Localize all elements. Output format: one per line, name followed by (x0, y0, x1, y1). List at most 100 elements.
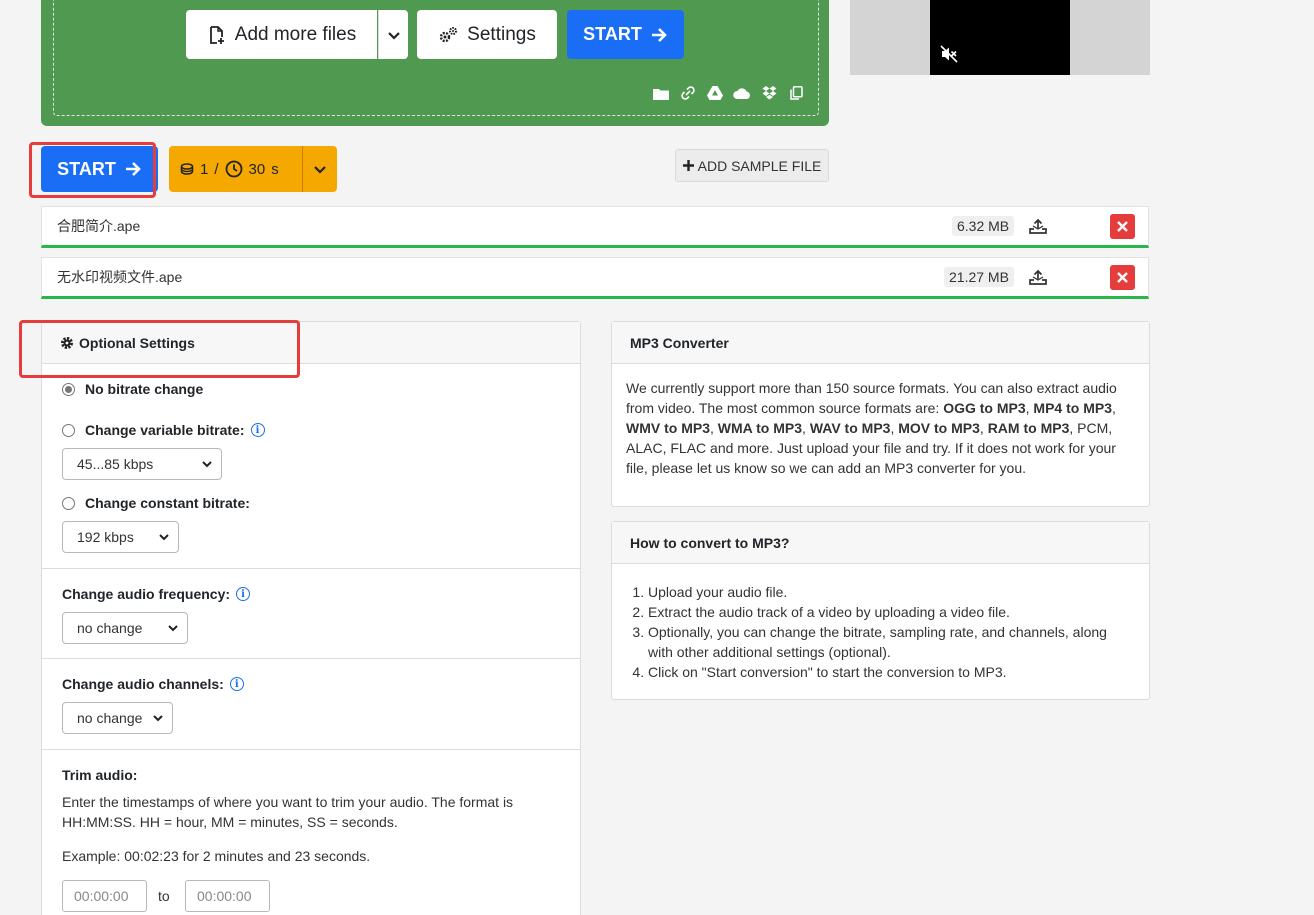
start-label: START (583, 24, 642, 44)
format-link[interactable]: RAM to MP3 (988, 420, 1070, 436)
channels-option: Change audio channels: i (62, 676, 244, 692)
close-icon (1117, 220, 1128, 232)
time-value: 30 (248, 160, 266, 178)
gears-icon (439, 26, 458, 42)
frequency-select[interactable]: no change (62, 612, 188, 644)
add-more-files-label: Add more files (234, 23, 357, 45)
mute-icon[interactable] (940, 45, 958, 63)
download-icon[interactable] (1028, 268, 1048, 286)
variable-bitrate-value: 45...85 kbps (77, 456, 154, 472)
format-link[interactable]: WMV to MP3 (626, 420, 710, 436)
chevron-down-icon (168, 625, 178, 632)
chevron-down-icon (153, 715, 163, 722)
settings-label: Settings (467, 23, 536, 45)
onedrive-icon[interactable] (733, 85, 751, 101)
trim-start-input[interactable]: 00:00:00 (62, 880, 147, 912)
video-player[interactable] (930, 0, 1070, 75)
time-unit: s (271, 160, 279, 178)
variable-bitrate-option[interactable]: Change variable bitrate: i (62, 422, 265, 438)
mp3-converter-header: MP3 Converter (612, 322, 1149, 364)
delete-file-button[interactable] (1110, 213, 1135, 239)
variable-bitrate-radio[interactable] (62, 423, 75, 437)
optional-settings-card: Optional Settings No bitrate change Chan… (41, 321, 581, 915)
frequency-label: Change audio frequency: (62, 586, 231, 602)
info-icon[interactable]: i (229, 677, 244, 691)
constant-bitrate-value: 192 kbps (77, 529, 134, 545)
file-row: 合肥简介.ape 6.32 MB (41, 206, 1149, 248)
constant-bitrate-radio[interactable] (62, 496, 75, 510)
delete-file-button[interactable] (1110, 264, 1135, 290)
format-link[interactable]: MP4 to MP3 (1033, 400, 1112, 416)
divider (42, 658, 580, 659)
frequency-option: Change audio frequency: i (62, 586, 251, 602)
info-icon[interactable]: i (236, 587, 251, 601)
mp3-converter-body: We currently support more than 150 sourc… (626, 380, 1117, 476)
arrow-right-icon (651, 27, 667, 42)
mp3-converter-title: MP3 Converter (630, 334, 729, 351)
add-more-files-button[interactable]: Add more files (186, 10, 377, 59)
start-button-top[interactable]: START (567, 10, 684, 59)
trim-description: Enter the timestamps of where you want t… (62, 794, 514, 830)
credits-dropdown[interactable] (303, 162, 337, 176)
trim-start-placeholder: 00:00:00 (74, 888, 129, 904)
no-bitrate-option[interactable]: No bitrate change (62, 381, 203, 397)
constant-bitrate-select[interactable]: 192 kbps (62, 521, 179, 553)
upload-dropzone[interactable]: Add more files Settings START (41, 0, 829, 126)
frequency-value: no change (77, 620, 143, 636)
link-icon[interactable] (679, 85, 697, 101)
file-name: 合肥简介.ape (57, 218, 141, 234)
how-to-step: Upload your audio file. (648, 582, 1135, 602)
how-to-title: How to convert to MP3? (630, 534, 790, 551)
how-to-card: How to convert to MP3? Upload your audio… (611, 521, 1150, 700)
coins-icon (180, 163, 194, 175)
credits-separator: / (214, 160, 219, 178)
folder-icon[interactable] (652, 85, 670, 101)
file-size: 21.27 MB (944, 267, 1014, 287)
conversion-credits-button[interactable]: 1 / 30 s (169, 146, 337, 192)
credits-info: 1 / 30 s (169, 146, 303, 192)
how-to-steps: Upload your audio file. Extract the audi… (626, 582, 1135, 682)
divider (42, 749, 580, 750)
add-sample-file-label: ADD SAMPLE FILE (697, 157, 822, 174)
constant-bitrate-label: Change constant bitrate: (85, 495, 250, 511)
format-link[interactable]: WMA to MP3 (718, 420, 802, 436)
format-link[interactable]: WAV to MP3 (810, 420, 891, 436)
trim-label: Trim audio: (62, 767, 138, 783)
trim-end-input[interactable]: 00:00:00 (185, 880, 270, 912)
info-icon[interactable]: i (250, 423, 265, 437)
channels-select[interactable]: no change (62, 702, 173, 734)
chevron-down-icon (387, 31, 400, 40)
file-add-icon (209, 25, 224, 44)
clipboard-icon[interactable] (787, 85, 805, 101)
format-link[interactable]: OGG to MP3 (943, 400, 1025, 416)
no-bitrate-radio[interactable] (62, 382, 75, 396)
dropbox-icon[interactable] (760, 85, 778, 101)
mp3-converter-card: MP3 Converter We currently support more … (611, 321, 1150, 507)
trim-option: Trim audio: (62, 767, 137, 783)
file-row: 无水印视频文件.ape 21.27 MB (41, 257, 1149, 299)
add-sample-file-button[interactable]: ADD SAMPLE FILE (675, 149, 829, 182)
format-link[interactable]: MOV to MP3 (898, 420, 980, 436)
plus-icon (682, 160, 694, 171)
how-to-header: How to convert to MP3? (612, 522, 1149, 564)
google-drive-icon[interactable] (706, 85, 724, 101)
trim-to-label: to (158, 888, 170, 904)
divider (42, 568, 580, 569)
clock-icon (225, 160, 242, 178)
close-icon (1117, 271, 1128, 283)
upload-source-icons (652, 85, 805, 101)
file-size: 6.32 MB (952, 216, 1015, 236)
chevron-down-icon (202, 461, 212, 468)
settings-button[interactable]: Settings (417, 10, 557, 59)
variable-bitrate-select[interactable]: 45...85 kbps (62, 448, 222, 480)
trim-example: Example: 00:02:23 for 2 minutes and 23 s… (62, 848, 371, 864)
add-more-files-dropdown[interactable] (378, 10, 408, 59)
download-icon[interactable] (1028, 217, 1048, 235)
channels-label: Change audio channels: (62, 676, 224, 692)
highlight-start (29, 142, 156, 198)
no-bitrate-label: No bitrate change (85, 381, 204, 397)
video-ad-panel (850, 0, 1150, 75)
credits-count: 1 (200, 160, 209, 178)
constant-bitrate-option[interactable]: Change constant bitrate: (62, 495, 250, 511)
variable-bitrate-label: Change variable bitrate: (85, 422, 245, 438)
